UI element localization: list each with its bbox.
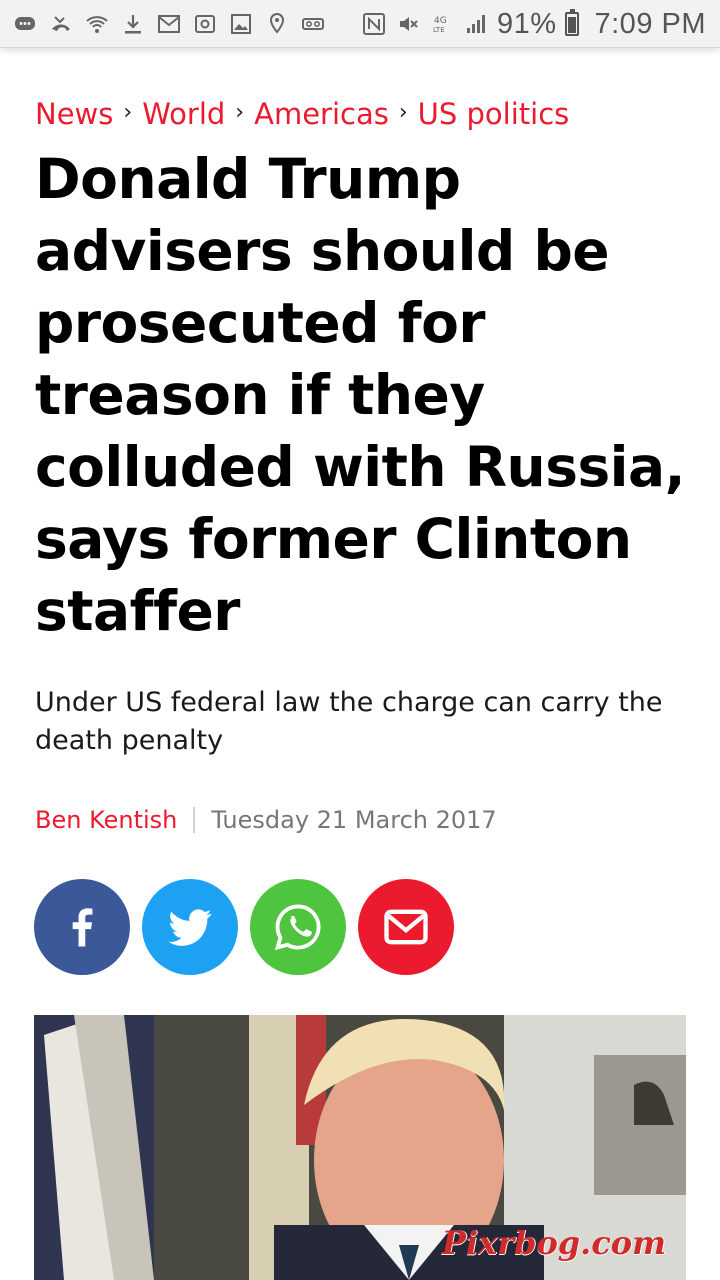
signal-icon xyxy=(463,11,489,37)
notification-icons xyxy=(12,8,326,40)
twitter-share-button[interactable] xyxy=(142,879,238,975)
battery-percent: 91% xyxy=(496,7,557,40)
facebook-share-button[interactable] xyxy=(34,879,130,975)
download-icon xyxy=(120,11,146,37)
clock: 7:09 PM xyxy=(594,7,706,40)
facebook-icon xyxy=(56,901,108,953)
breadcrumb: News › World › Americas › US politics xyxy=(35,94,569,134)
breadcrumb-link-us-politics[interactable]: US politics xyxy=(418,97,570,131)
missed-call-icon xyxy=(48,11,74,37)
article-headline: Donald Trump advisers should be prosecut… xyxy=(35,147,686,643)
breadcrumb-separator: › xyxy=(235,99,245,125)
mute-icon xyxy=(395,11,421,37)
author-link[interactable]: Ben Kentish xyxy=(35,806,177,834)
byline: Ben Kentish Tuesday 21 March 2017 xyxy=(35,800,497,840)
byline-divider xyxy=(193,807,196,833)
hero-image: Pixrbog.com xyxy=(34,1015,686,1280)
location-icon xyxy=(264,11,290,37)
email-icon xyxy=(192,11,218,37)
whatsapp-icon xyxy=(272,901,324,953)
breadcrumb-separator: › xyxy=(123,99,133,125)
twitter-icon xyxy=(164,901,216,953)
svg-text:4G: 4G xyxy=(434,16,447,26)
battery-icon xyxy=(564,9,579,36)
publish-date: Tuesday 21 March 2017 xyxy=(211,806,497,834)
breadcrumb-link-news[interactable]: News xyxy=(35,97,113,131)
share-buttons xyxy=(34,879,454,975)
gmail-icon xyxy=(156,11,182,37)
svg-text:LTE: LTE xyxy=(433,26,445,34)
watermark: Pixrbog.com xyxy=(441,1224,666,1262)
gallery-icon xyxy=(228,11,254,37)
chat-bubble-icon xyxy=(12,11,38,37)
system-icons: 4G LTE 91% 7:09 PM xyxy=(361,8,706,40)
mail-icon xyxy=(380,901,432,953)
wifi-icon xyxy=(84,11,110,37)
status-bar: 4G LTE 91% 7:09 PM xyxy=(0,0,720,48)
whatsapp-share-button[interactable] xyxy=(250,879,346,975)
battery-level xyxy=(567,16,576,33)
breadcrumb-separator: › xyxy=(398,99,408,125)
breadcrumb-link-world[interactable]: World xyxy=(142,97,225,131)
breadcrumb-link-americas[interactable]: Americas xyxy=(254,97,389,131)
email-share-button[interactable] xyxy=(358,879,454,975)
lte-icon: 4G LTE xyxy=(429,11,455,37)
article-standfirst: Under US federal law the charge can carr… xyxy=(35,687,663,756)
nfc-icon xyxy=(361,11,387,37)
voicemail-icon xyxy=(300,11,326,37)
